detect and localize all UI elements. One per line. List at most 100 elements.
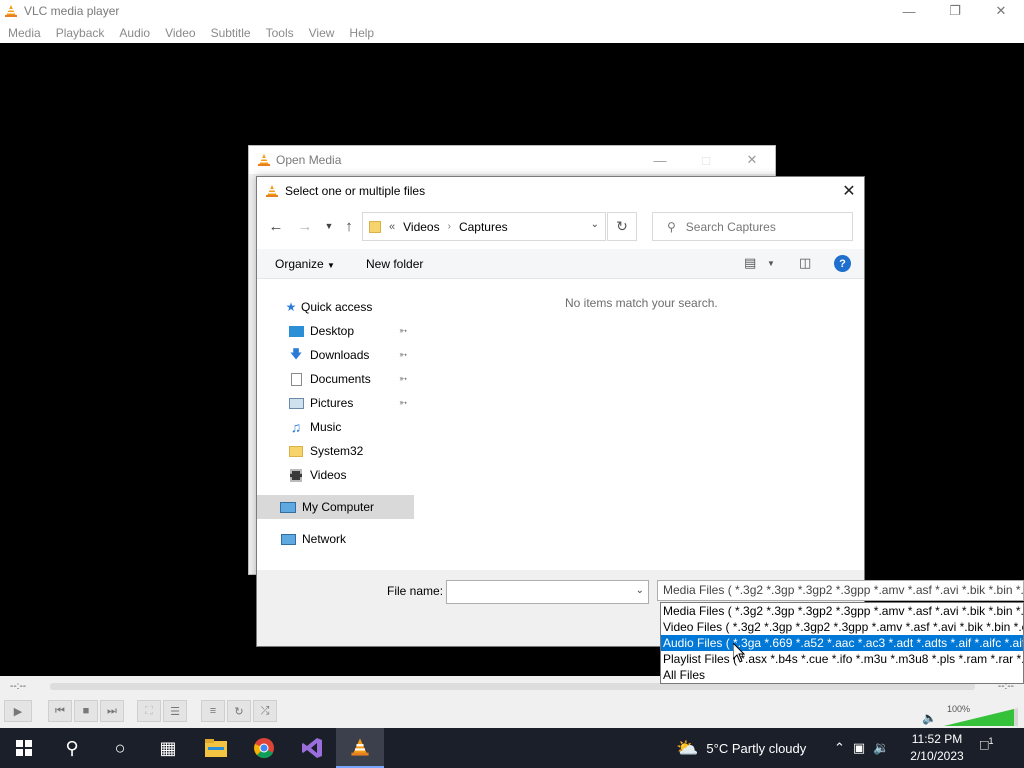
play-button[interactable]: ▶ — [4, 700, 32, 722]
breadcrumb-separator-icon[interactable]: › — [448, 221, 451, 232]
volume-slider[interactable] — [944, 708, 1018, 726]
next-icon[interactable]: ⏭ — [100, 700, 124, 722]
breadcrumb-captures[interactable]: Captures — [459, 220, 508, 234]
chevron-up-icon[interactable]: ⌃ — [834, 740, 845, 756]
forward-icon[interactable]: → — [294, 215, 316, 237]
shuffle-icon[interactable]: ⤮ — [253, 700, 277, 722]
restore-button[interactable]: ❐ — [932, 0, 978, 22]
filter-option-video[interactable]: Video Files ( *.3g2 *.3gp *.3gp2 *.3gpp … — [661, 619, 1023, 635]
nav-item-my-computer[interactable]: My Computer — [257, 495, 414, 519]
nav-item-videos[interactable]: Videos — [257, 463, 414, 487]
menu-video[interactable]: Video — [165, 26, 195, 40]
up-icon[interactable]: ↑ — [338, 215, 360, 237]
nav-item-label: Quick access — [301, 300, 373, 314]
maximize-button[interactable]: □ — [683, 146, 729, 174]
nav-item-label: Downloads — [310, 348, 370, 362]
nav-item-network[interactable]: Network — [257, 527, 414, 551]
filter-option-media[interactable]: Media Files ( *.3g2 *.3gp *.3gp2 *.3gpp … — [661, 603, 1023, 619]
speaker-icon[interactable]: 🔈 — [922, 711, 937, 725]
menu-subtitle[interactable]: Subtitle — [211, 26, 251, 40]
menu-tools[interactable]: Tools — [266, 26, 294, 40]
search-input[interactable]: Search Captures — [686, 220, 776, 234]
extended-settings-icon[interactable]: ☰ — [163, 700, 187, 722]
volume-icon[interactable]: 🔉 — [873, 740, 889, 756]
download-icon: 🡇 — [289, 346, 303, 361]
file-name-input[interactable]: ⌄ — [446, 580, 649, 604]
recent-locations-icon[interactable]: ▼ — [318, 215, 340, 237]
navigation-pane: ★ Quick access Desktop ➳ 🡇 Downloads ➳ D… — [257, 280, 414, 570]
nav-item-system32[interactable]: System32 — [257, 439, 414, 463]
notification-icon[interactable]: □1 — [980, 736, 993, 753]
chrome-icon[interactable] — [240, 728, 288, 768]
loop-icon[interactable]: ↻ — [227, 700, 251, 722]
menu-media[interactable]: Media — [8, 26, 41, 40]
pin-icon[interactable]: ➳ — [399, 326, 407, 337]
clock-time: 11:52 PM — [911, 732, 963, 746]
menu-playback[interactable]: Playback — [56, 26, 105, 40]
file-explorer-icon[interactable] — [192, 728, 240, 768]
nav-item-label: Desktop — [310, 324, 355, 338]
search-icon[interactable]: ⚲ — [48, 728, 96, 768]
clock[interactable]: 11:52 PM 2/10/2023 — [904, 731, 970, 765]
menu-view[interactable]: View — [309, 26, 335, 40]
vlc-cone-icon — [5, 5, 17, 17]
minimize-button[interactable]: — — [637, 146, 683, 174]
network-icon — [280, 532, 296, 546]
cortana-icon[interactable]: ○ — [96, 728, 144, 768]
nav-item-desktop[interactable]: Desktop ➳ — [257, 319, 414, 343]
refresh-icon[interactable]: ↻ — [607, 212, 637, 241]
chevron-down-icon[interactable]: ⌄ — [591, 219, 599, 230]
preview-pane-icon[interactable]: ◫ — [799, 255, 811, 271]
back-icon[interactable]: ← — [265, 215, 287, 237]
chevron-down-icon[interactable]: ⌄ — [636, 585, 644, 596]
system-tray: ⌃ ▣ 🔉 — [834, 728, 889, 768]
filter-option-playlist[interactable]: Playlist Files ( *.asx *.b4s *.cue *.ifo… — [661, 651, 1023, 667]
vlc-taskbar-icon[interactable] — [336, 728, 384, 768]
nav-item-label: Music — [310, 420, 342, 434]
previous-icon[interactable]: ⏮ — [48, 700, 72, 722]
stop-icon[interactable]: ■ — [74, 700, 98, 722]
document-icon — [288, 372, 304, 386]
nav-item-quick-access[interactable]: ★ Quick access — [257, 295, 414, 319]
help-icon[interactable]: ? — [834, 255, 851, 272]
search-box[interactable]: ⚲ Search Captures — [652, 212, 853, 241]
folder-icon — [288, 444, 304, 458]
nav-item-documents[interactable]: Documents ➳ — [257, 367, 414, 391]
filter-option-audio[interactable]: Audio Files ( *.3ga *.669 *.a52 *.aac *.… — [661, 635, 1023, 651]
new-folder-button[interactable]: New folder — [366, 257, 423, 271]
pin-icon[interactable]: ➳ — [399, 350, 407, 361]
start-icon[interactable] — [0, 728, 48, 768]
clock-date: 2/10/2023 — [910, 749, 964, 763]
menu-bar: Media Playback Audio Video Subtitle Tool… — [0, 22, 1024, 43]
visual-studio-icon[interactable] — [288, 728, 336, 768]
address-chevron[interactable]: « — [389, 221, 395, 233]
nav-item-pictures[interactable]: Pictures ➳ — [257, 391, 414, 415]
dialog-close-button[interactable]: ✕ — [834, 177, 864, 205]
close-button[interactable]: ✕ — [729, 146, 775, 174]
weather-widget[interactable]: ⛅ 5°C Partly cloudy — [676, 728, 806, 768]
fullscreen-icon[interactable]: ⛶ — [137, 700, 161, 722]
minimize-button[interactable]: — — [886, 0, 932, 22]
pin-icon[interactable]: ➳ — [399, 398, 407, 409]
close-button[interactable]: ✕ — [978, 0, 1024, 22]
nav-item-downloads[interactable]: 🡇 Downloads ➳ — [257, 343, 414, 367]
network-icon[interactable]: ▣ — [853, 740, 865, 756]
nav-item-music[interactable]: ♫ Music — [257, 415, 414, 439]
seek-slider[interactable] — [50, 683, 975, 690]
address-bar[interactable]: « Videos › Captures ⌄ — [362, 212, 606, 241]
menu-help[interactable]: Help — [349, 26, 374, 40]
menu-audio[interactable]: Audio — [119, 26, 150, 40]
vlc-titlebar: VLC media player — ❐ ✕ — [0, 0, 1024, 22]
file-type-select[interactable]: Media Files ( *.3g2 *.3gp *.3gp2 *.3gpp … — [657, 580, 1024, 601]
playlist-icon[interactable]: ≡ — [201, 700, 225, 722]
organize-button[interactable]: Organize ▼ — [275, 257, 335, 271]
dialog-titlebar: Select one or multiple files ✕ — [257, 177, 864, 205]
task-view-icon[interactable]: ▦ — [144, 728, 192, 768]
breadcrumb-videos[interactable]: Videos — [403, 220, 439, 234]
filter-option-all[interactable]: All Files — [661, 667, 1023, 683]
nav-item-label: Pictures — [310, 396, 354, 410]
empty-message: No items match your search. — [565, 296, 718, 310]
view-options-icon[interactable]: ▤ — [744, 255, 756, 271]
chevron-down-icon[interactable]: ▼ — [767, 259, 775, 268]
pin-icon[interactable]: ➳ — [399, 374, 407, 385]
